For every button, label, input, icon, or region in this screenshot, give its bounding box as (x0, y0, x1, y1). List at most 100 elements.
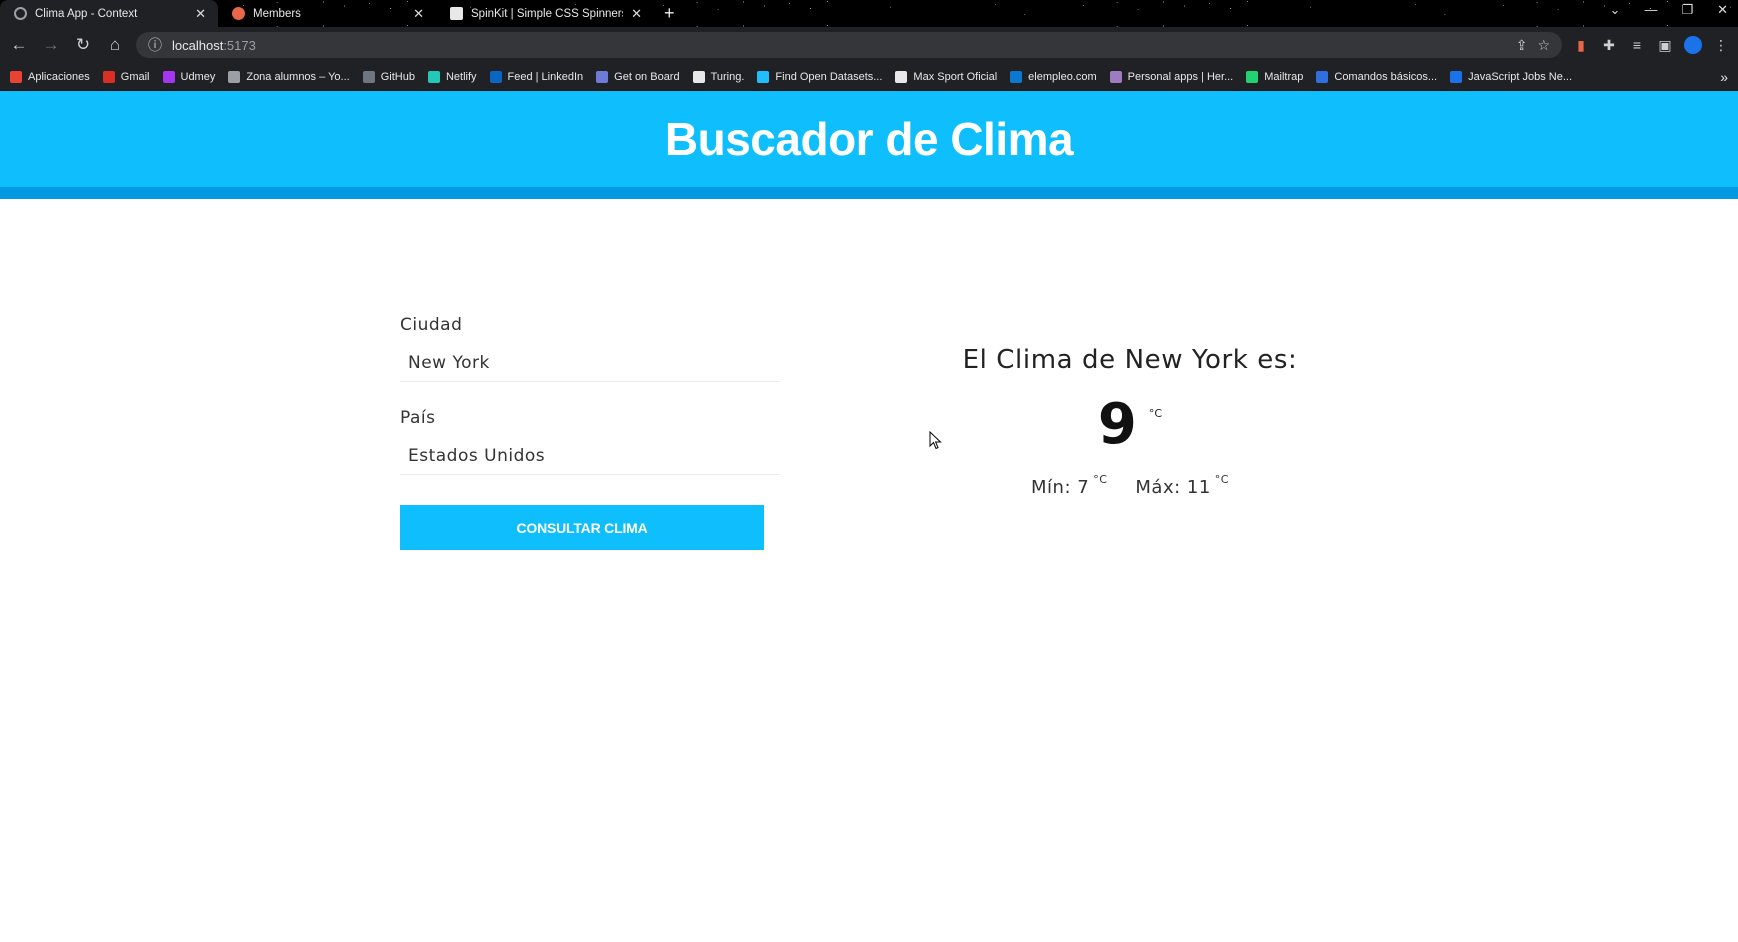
weather-search-form: Ciudad País Consultar clima (400, 315, 780, 550)
bookmark-item[interactable]: Mailtrap (1246, 70, 1304, 83)
tab-title: Clima App - Context (35, 7, 138, 20)
min-value: Mín: 7 (1031, 477, 1090, 498)
bookmark-favicon-icon (1246, 70, 1259, 83)
tab-search-icon[interactable]: ⌄ (1610, 2, 1621, 18)
bookmark-item[interactable]: Netlify (427, 70, 477, 83)
country-field: País (400, 408, 780, 475)
bookmark-item[interactable]: GitHub (362, 70, 415, 83)
bookmark-label: Udmey (180, 70, 216, 83)
bookmark-item[interactable]: Find Open Datasets... (757, 70, 883, 83)
mouse-pointer-icon (929, 431, 942, 450)
bookmark-favicon-icon (1450, 70, 1463, 83)
extension-icon[interactable]: ▮ (1572, 36, 1590, 54)
max-temperature: Máx: 11 °C (1135, 473, 1229, 498)
bookmark-label: Get on Board (614, 70, 680, 83)
bookmark-favicon-icon (692, 70, 705, 83)
country-label: País (400, 408, 436, 428)
consult-weather-button[interactable]: Consultar clima (400, 505, 764, 550)
menu-icon[interactable]: ⋮ (1712, 36, 1730, 54)
city-label: Ciudad (400, 315, 463, 335)
bookmark-item[interactable]: Max Sport Oficial (895, 70, 998, 83)
page-title: Buscador de Clima (664, 113, 1074, 165)
bookmark-label: Turing. (710, 70, 745, 83)
bookmark-item[interactable]: Comandos básicos... (1316, 70, 1438, 83)
bookmark-favicon-icon (10, 70, 22, 83)
members-favicon-icon (232, 7, 245, 20)
bookmarks-bar: Aplicaciones Gmail Udmey Zona alumnos – Yo.… (0, 63, 1738, 91)
app-header: Buscador de Clima (0, 91, 1738, 187)
tab-clima-app[interactable]: Clima App - Context ✕ (0, 0, 218, 27)
share-icon[interactable]: ⇪ (1516, 37, 1528, 54)
bookmark-item[interactable]: Zona alumnos – Yo... (228, 70, 350, 83)
browser-toolbar: ← → ↻ ⌂ ⓘ localhost:5173 ⇪ ☆ ▮ ✚ ≡ ▣ ⋮ (0, 27, 1738, 63)
spinkit-favicon-icon (450, 7, 463, 20)
bookmark-item[interactable]: elempleo.com (1010, 70, 1097, 83)
bookmarks-overflow-icon[interactable]: » (1720, 69, 1728, 85)
bookmark-star-icon[interactable]: ☆ (1537, 37, 1550, 54)
tab-spinkit[interactable]: SpinKit | Simple CSS Spinners ✕ (436, 0, 654, 27)
reload-icon[interactable]: ↻ (72, 34, 94, 56)
home-icon[interactable]: ⌂ (104, 34, 126, 56)
bookmark-favicon-icon (427, 70, 440, 83)
bookmark-item[interactable]: Udmey (162, 70, 216, 83)
bookmark-favicon-icon (1010, 70, 1023, 83)
current-temp-row: 9 °C (900, 397, 1360, 453)
bookmark-item[interactable]: Personal apps | Her... (1109, 70, 1234, 83)
url: localhost:5173 (172, 38, 256, 53)
window-controls: ⌄ — ❐ ✕ (1610, 2, 1728, 18)
restore-button[interactable]: ❐ (1681, 2, 1693, 18)
bookmark-favicon-icon (362, 70, 375, 83)
min-unit: °C (1093, 473, 1108, 486)
bookmark-item[interactable]: Turing. (692, 70, 745, 83)
bookmark-label: Netlify (445, 70, 477, 83)
puzzle-icon[interactable]: ✚ (1600, 36, 1618, 54)
bookmark-label: Gmail (120, 70, 150, 83)
close-icon[interactable]: ✕ (631, 6, 642, 22)
close-icon[interactable]: ✕ (195, 6, 206, 22)
info-icon[interactable]: ⓘ (148, 35, 162, 55)
min-temperature: Mín: 7 °C (1031, 473, 1107, 498)
bookmark-label: Comandos básicos... (1334, 70, 1438, 83)
profile-avatar-icon[interactable] (1684, 36, 1702, 54)
bookmark-favicon-icon (596, 70, 609, 83)
bookmark-label: Feed | LinkedIn (507, 70, 584, 83)
tab-title: Members (253, 7, 301, 20)
temp-unit: °C (1148, 407, 1163, 420)
address-bar[interactable]: ⓘ localhost:5173 ⇪ ☆ (136, 32, 1562, 58)
side-panel-icon[interactable]: ▣ (1656, 36, 1674, 54)
current-temperature: 9 (1097, 392, 1137, 457)
url-port: :5173 (223, 37, 256, 53)
bookmark-item[interactable]: Gmail (102, 70, 150, 83)
close-icon[interactable]: ✕ (413, 6, 424, 22)
reading-list-icon[interactable]: ≡ (1628, 36, 1646, 54)
minimize-button[interactable]: — (1644, 2, 1657, 18)
back-icon[interactable]: ← (8, 34, 30, 56)
bookmark-label: GitHub (380, 70, 415, 83)
bookmark-item[interactable]: Get on Board (596, 70, 680, 83)
bookmark-item[interactable]: Aplicaciones (10, 70, 90, 83)
bookmark-favicon-icon (1316, 70, 1329, 83)
bookmark-favicon-icon (102, 70, 115, 83)
forward-icon[interactable]: → (40, 34, 62, 56)
tab-members[interactable]: Members ✕ (218, 0, 436, 27)
bookmark-label: Personal apps | Her... (1127, 70, 1234, 83)
country-select[interactable] (400, 437, 780, 475)
bookmark-item[interactable]: Feed | LinkedIn (489, 70, 584, 83)
tab-bar: Clima App - Context ✕ Members ✕ SpinKit … (0, 0, 1738, 27)
bookmark-label: Max Sport Oficial (913, 70, 998, 83)
bookmark-favicon-icon (1109, 70, 1122, 83)
window-close-button[interactable]: ✕ (1717, 2, 1728, 18)
city-input[interactable] (400, 344, 780, 382)
bookmark-label: JavaScript Jobs Ne... (1468, 70, 1573, 83)
bookmark-favicon-icon (489, 70, 502, 83)
max-unit: °C (1214, 473, 1229, 486)
bookmark-label: Find Open Datasets... (775, 70, 883, 83)
bookmark-favicon-icon (757, 70, 770, 83)
bookmark-favicon-icon (228, 70, 241, 83)
city-field: Ciudad (400, 315, 780, 382)
bookmark-label: Zona alumnos – Yo... (246, 70, 350, 83)
bookmark-item[interactable]: JavaScript Jobs Ne... (1450, 70, 1573, 83)
new-tab-button[interactable]: + (664, 0, 675, 27)
bookmark-label: Mailtrap (1264, 70, 1304, 83)
bookmark-favicon-icon (162, 70, 175, 83)
